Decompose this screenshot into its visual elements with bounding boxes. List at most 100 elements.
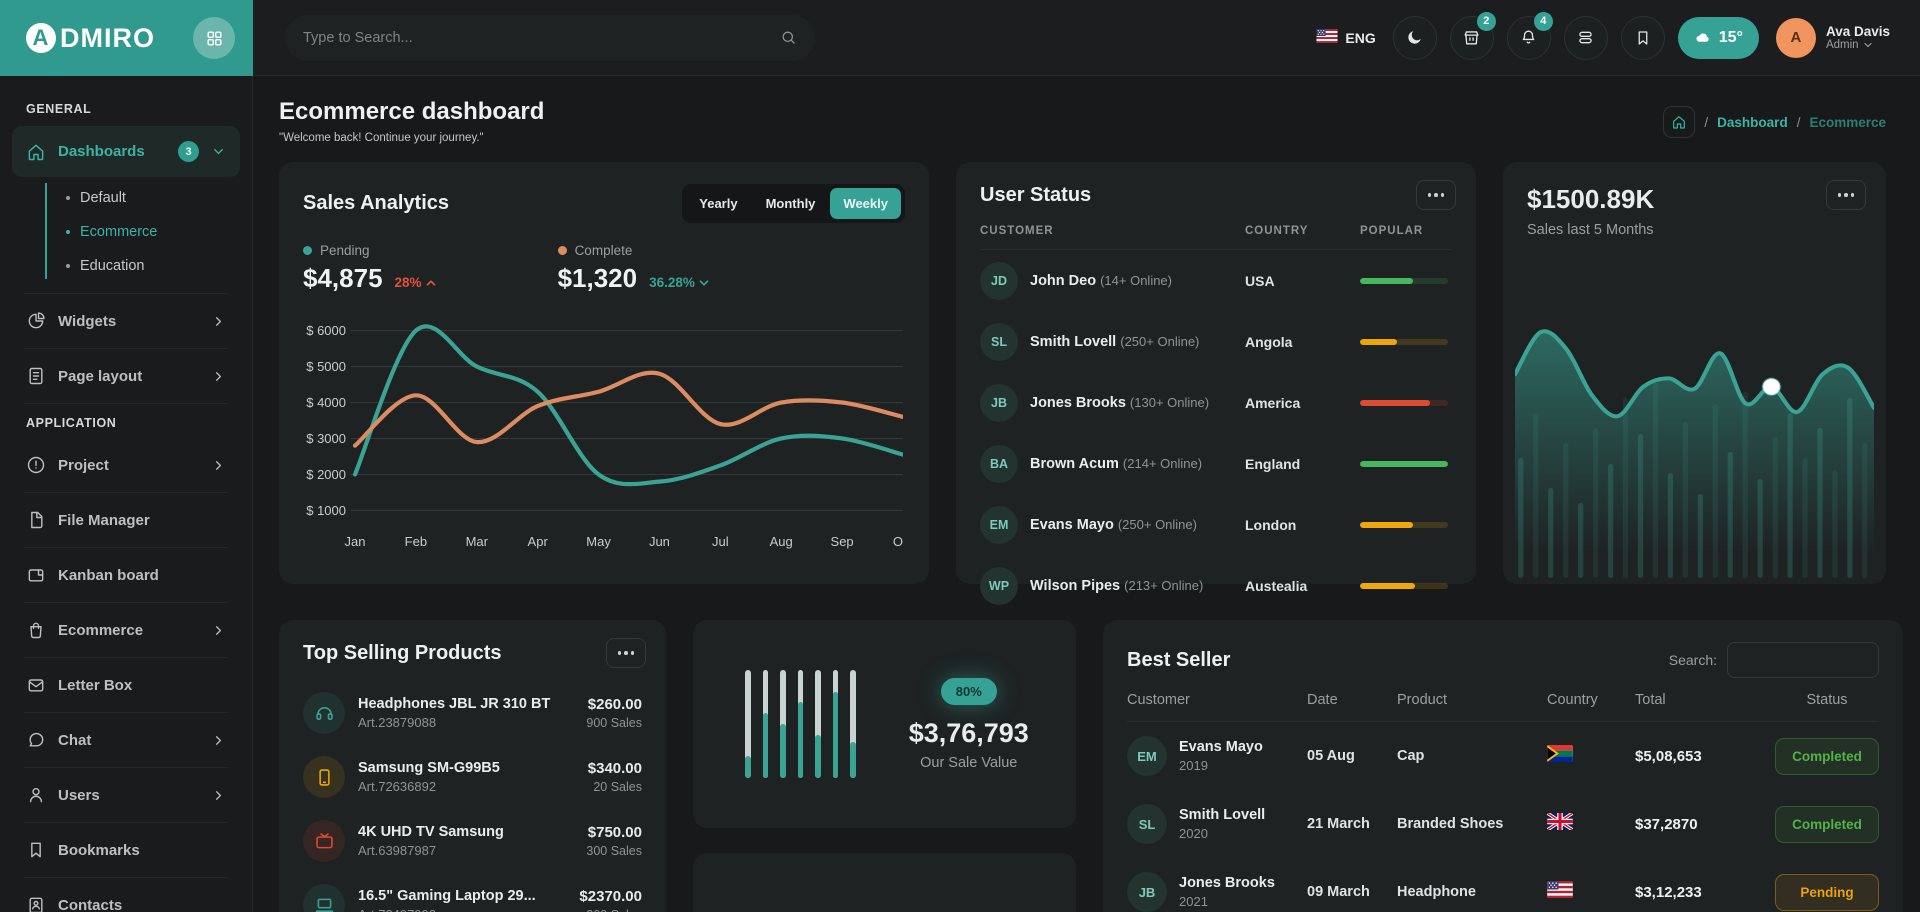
logo-area: ADMIRO [0,0,253,76]
bookmark-button[interactable] [1621,16,1665,60]
user-status-row[interactable]: BABrown Acum (214+ Online)England [980,433,1452,494]
seller-year: 2021 [1179,894,1275,909]
sidebar-item-users[interactable]: Users [12,770,240,820]
user-menu[interactable]: A Ava Davis Admin [1776,18,1890,58]
chevron-down-icon [1862,39,1874,51]
best-seller-row[interactable]: SLSmith Lovell202021 MarchBranded Shoes$… [1127,790,1879,858]
user-icon [26,785,46,805]
seller-date: 09 March [1307,884,1397,900]
tab-yearly[interactable]: Yearly [686,188,750,219]
breadcrumb-dashboard[interactable]: Dashboard [1717,115,1788,130]
stat-change[interactable]: 36.28% [649,275,711,290]
breadcrumb-ecommerce[interactable]: Ecommerce [1809,115,1886,130]
sidebar-item-page-layout[interactable]: Page layout [12,351,240,401]
product-name: 16.5" Gaming Laptop 29... [358,888,566,904]
sidebar-item-contacts[interactable]: Contacts [12,880,240,912]
sales-summary-label: Sales last 5 Months [1527,222,1862,238]
sidebar-item-ecommerce[interactable]: Ecommerce [12,605,240,655]
user-status-row[interactable]: WPWilson Pipes (213+ Online)Austealia [980,555,1452,616]
best-seller-card: Best Seller Search: Customer Date Produc… [1103,620,1903,912]
sidebar-item-letter-box[interactable]: Letter Box [12,660,240,710]
status-badge[interactable]: Completed [1775,806,1879,843]
best-seller-row[interactable]: EMEvans Mayo201905 AugCap$5,08,653Comple… [1127,722,1879,790]
product-name: Samsung SM-G99B5 [358,760,575,776]
column-header-date: Date [1307,692,1397,708]
user-status-row[interactable]: JBJones Brooks (130+ Online)America [980,372,1452,433]
sales-summary-value: $1500.89K [1527,184,1862,215]
sidebar-item-label: Contacts [58,897,226,912]
sidebar-item-dashboards[interactable]: Dashboards3 [12,126,240,177]
product-row[interactable]: Headphones JBL JR 310 BTArt.23879088$260… [303,681,642,745]
page-title: Ecommerce dashboard [279,98,544,126]
best-seller-header-row: Customer Date Product Country Total Stat… [1127,692,1879,722]
search-icon[interactable] [780,29,797,46]
chevR-icon [211,369,226,384]
status-badge[interactable]: Completed [1775,738,1879,775]
sidebar-item-bookmarks[interactable]: Bookmarks [12,825,240,875]
mini-bar [833,670,839,778]
column-header-country: Country [1547,692,1635,708]
moon-icon [1405,28,1424,47]
sidebar-subitem-education[interactable]: Education [0,249,252,283]
seller-total: $3,12,233 [1635,884,1775,901]
dark-mode-toggle[interactable] [1393,16,1437,60]
more-options-button[interactable] [606,638,646,668]
customer-name: Brown Acum (214+ Online) [1030,456,1202,472]
tab-monthly[interactable]: Monthly [753,188,829,219]
product-row[interactable]: 4K UHD TV SamsungArt.63987987$750.00300 … [303,809,642,873]
popularity-bar [1360,583,1448,589]
legend-dot-pending [303,246,312,255]
search-bar [285,15,815,61]
bullet-icon [66,196,70,200]
seller-product: Headphone [1397,884,1547,900]
best-seller-search-input[interactable] [1727,642,1879,678]
weather-widget[interactable]: 15° [1678,17,1759,59]
svg-text:$ 6000: $ 6000 [306,323,346,338]
store-icon [1462,28,1481,47]
user-status-title: User Status [980,184,1452,207]
sidebar-divider [24,492,228,493]
best-seller-row[interactable]: JBJones Brooks202109 MarchHeadphone$3,12… [1127,858,1879,912]
product-row[interactable]: 16.5" Gaming Laptop 29...Art.73497990$23… [303,873,642,912]
chevD-icon [211,144,226,159]
svg-text:Jun: Jun [649,534,670,549]
svg-text:Apr: Apr [528,534,549,549]
sale-value-card: 80% $3,76,793 Our Sale Value [693,620,1076,828]
admiro-logo[interactable]: ADMIRO [26,23,155,54]
sidebar-subitem-default[interactable]: Default [0,181,252,215]
user-status-row[interactable]: SLSmith Lovell (250+ Online)Angola [980,311,1452,372]
more-options-button[interactable] [1416,180,1456,210]
sidebar-toggle-button[interactable] [193,17,235,59]
status-badge[interactable]: Pending [1775,874,1879,911]
more-options-button[interactable] [1826,180,1866,210]
language-selector[interactable]: ENG [1316,29,1375,46]
seller-year: 2019 [1179,758,1263,773]
sidebar-item-label: Dashboards [58,143,166,160]
user-status-row[interactable]: JDJohn Deo (14+ Online)USA [980,250,1452,311]
user-status-row[interactable]: EMEvans Mayo (250+ Online)London [980,494,1452,555]
tab-weekly[interactable]: Weekly [830,188,901,219]
sidebar-item-file-manager[interactable]: File Manager [12,495,240,545]
sidebar-item-project[interactable]: Project [12,440,240,490]
us-flag-icon [1316,29,1338,43]
sidebar-item-kanban-board[interactable]: Kanban board [12,550,240,600]
product-price: $750.00 [586,824,642,841]
sidebar-item-label: Bookmarks [58,842,226,859]
notifications-button[interactable]: 4 [1507,16,1551,60]
apps-button[interactable] [1564,16,1608,60]
cart-button[interactable]: 2 [1450,16,1494,60]
sales-analytics-title: Sales Analytics [303,192,449,215]
logo-a-icon: A [26,23,56,53]
logo-text: DMIRO [60,23,155,54]
sidebar-item-widgets[interactable]: Widgets [12,296,240,346]
sidebar-item-chat[interactable]: Chat [12,715,240,765]
product-row[interactable]: Samsung SM-G99B5Art.72636892$340.0020 Sa… [303,745,642,809]
kanban-icon [26,565,46,585]
product-sales: 900 Sales [586,716,642,730]
phone-icon [314,767,335,788]
best-seller-search: Search: [1669,642,1879,678]
product-icon-wrap [303,756,345,798]
breadcrumb-home-icon[interactable] [1663,106,1695,138]
sidebar-subitem-ecommerce[interactable]: Ecommerce [0,215,252,249]
search-input[interactable] [303,30,780,46]
